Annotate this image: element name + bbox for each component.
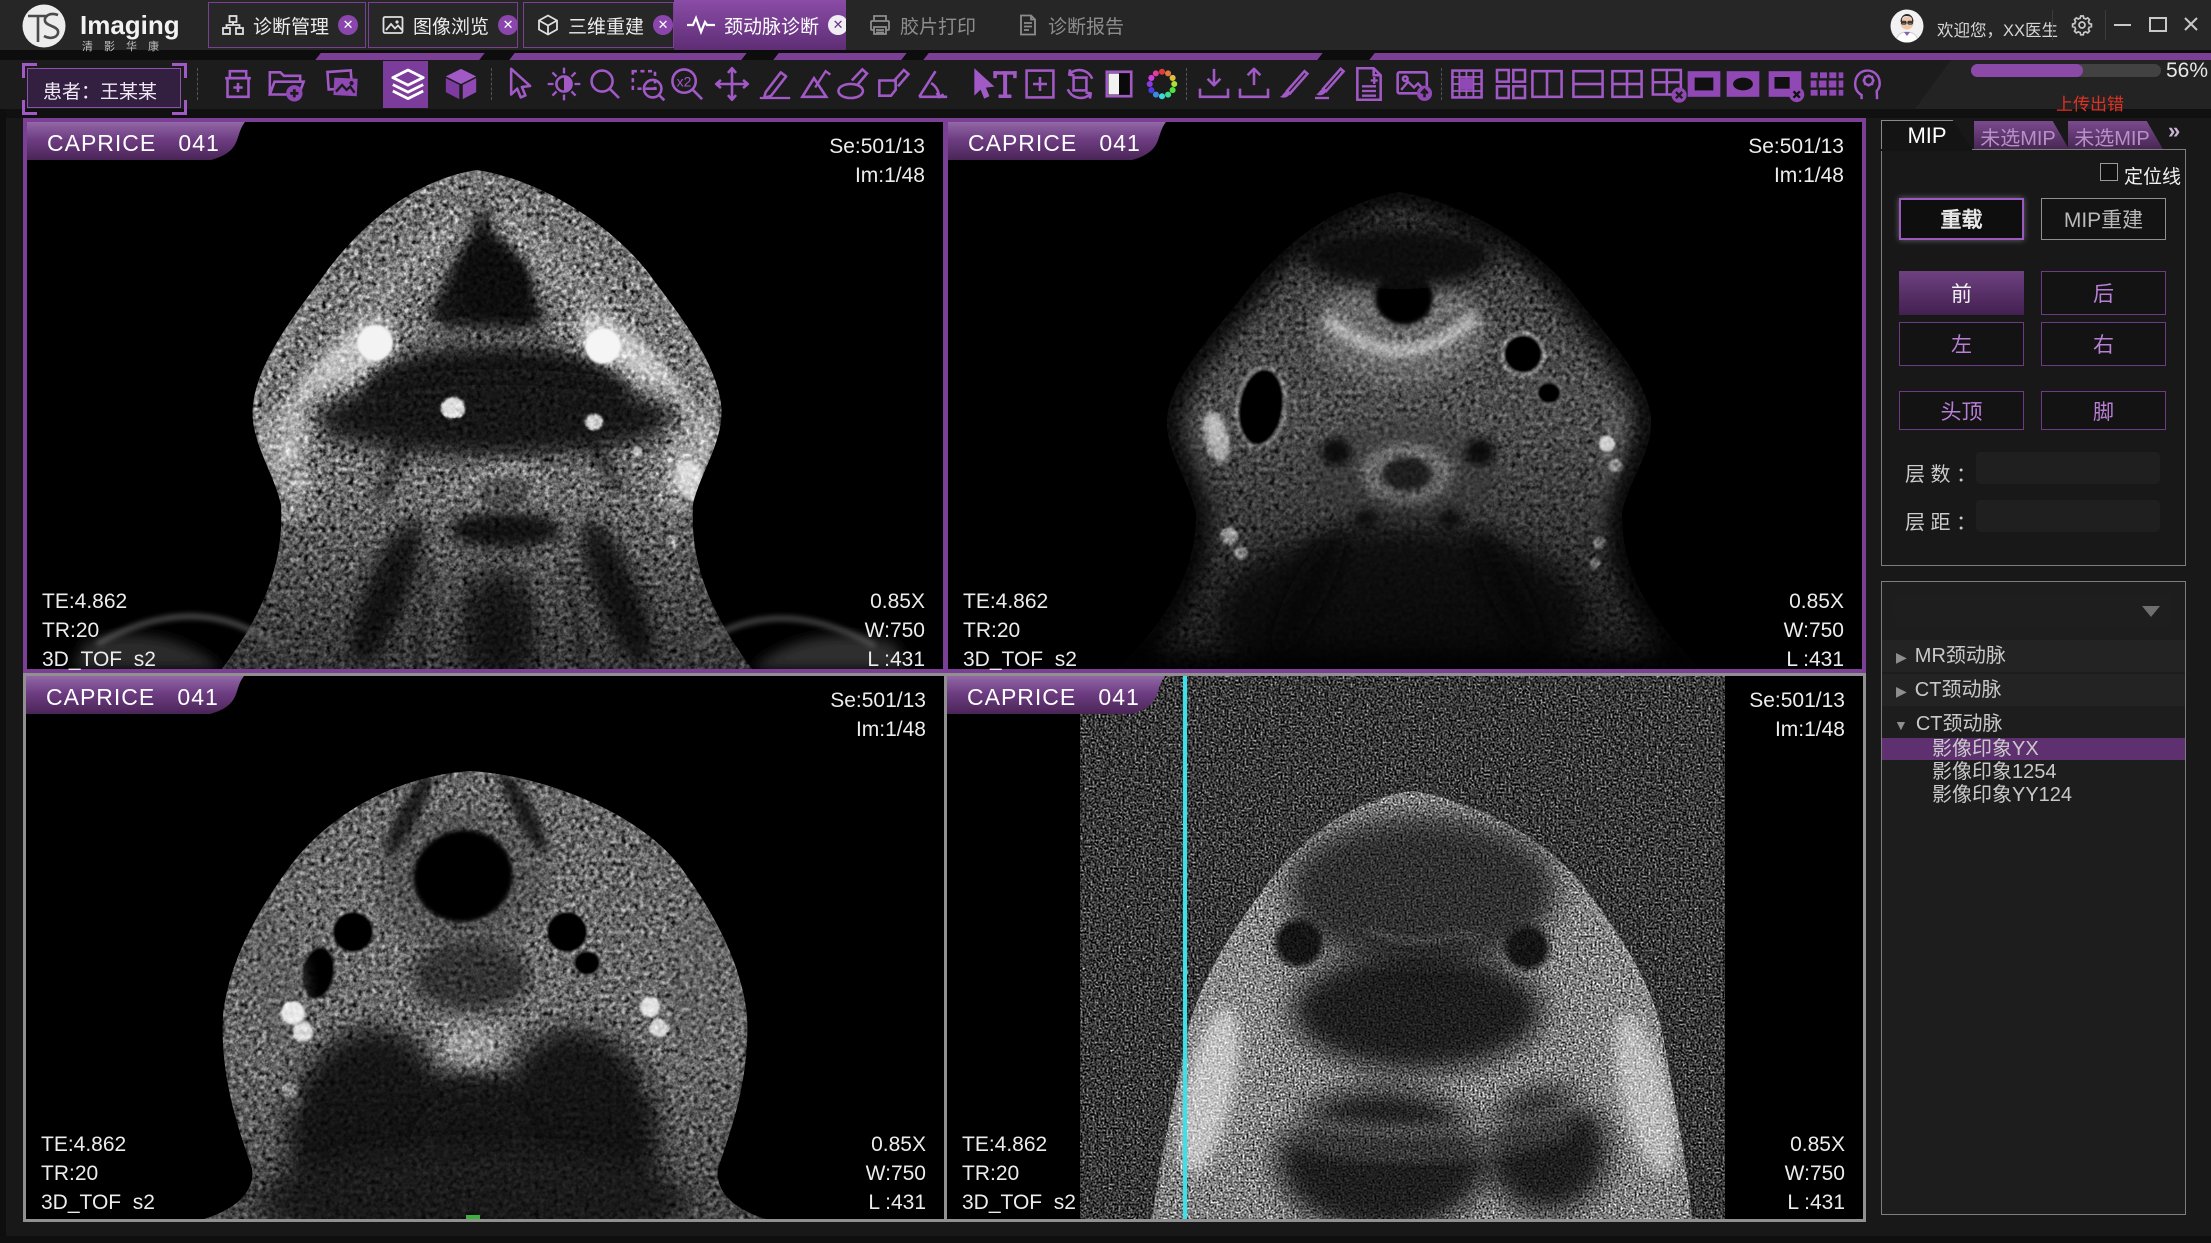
svg-text:x2: x2 (677, 73, 692, 89)
